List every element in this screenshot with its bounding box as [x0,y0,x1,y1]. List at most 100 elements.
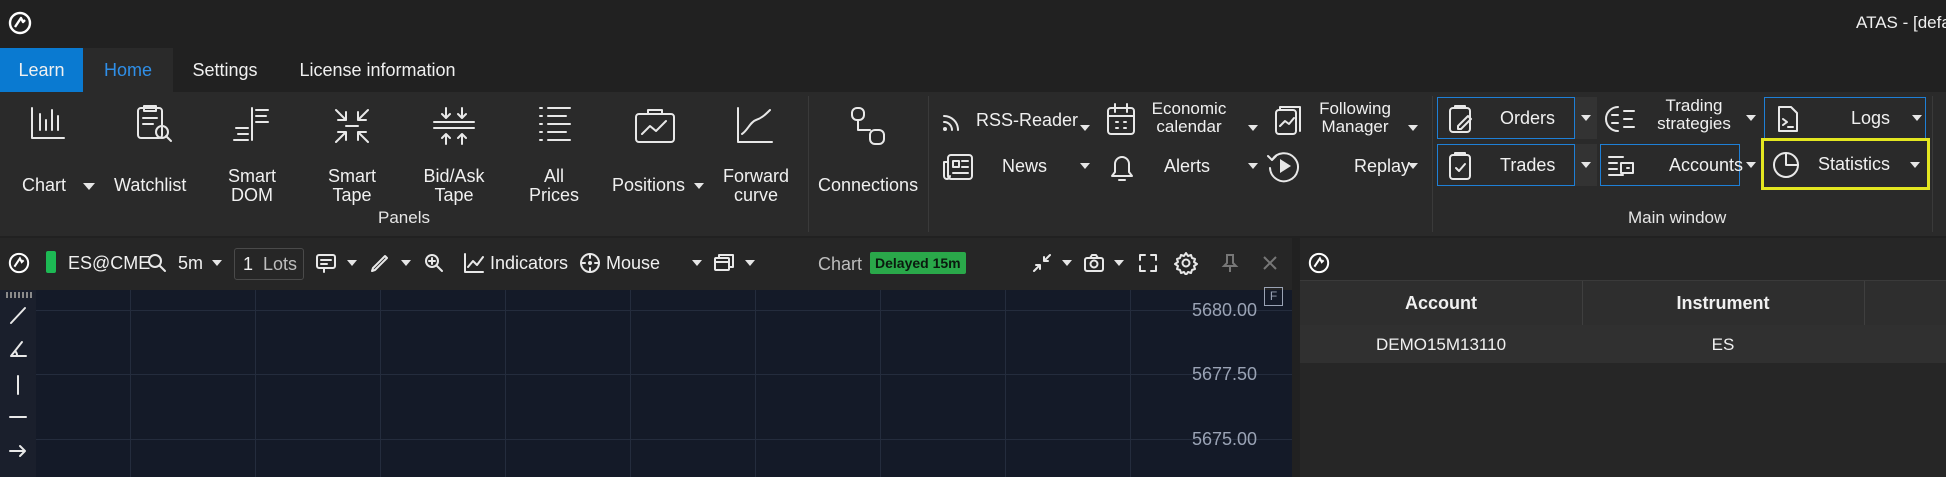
chevron-down-icon[interactable] [745,260,755,266]
column-header-instrument[interactable]: Instrument [1582,293,1864,314]
chevron-down-icon[interactable] [212,260,222,266]
positions-button[interactable]: Positions [608,100,704,210]
tab-license-information[interactable]: License information [290,48,465,92]
smart-tape-label: Smart Tape [312,167,392,205]
following-manager-button[interactable]: Following Manager [1268,98,1428,142]
statistics-button[interactable]: Statistics [1761,138,1930,190]
chevron-down-icon[interactable] [1248,163,1258,169]
search-icon[interactable] [146,252,168,274]
tab-home[interactable]: Home [83,48,173,92]
chevron-down-icon[interactable] [1080,125,1090,131]
tab-settings-label: Settings [192,60,258,80]
orders-button[interactable]: Orders [1437,97,1575,139]
chevron-down-icon[interactable] [1248,125,1258,131]
angle-tool-icon[interactable] [8,338,28,360]
chevron-down-icon[interactable] [1408,125,1418,131]
chevron-down-icon [1581,115,1591,121]
indicators-button[interactable]: Indicators [490,253,568,274]
vertical-line-tool-icon[interactable] [8,374,28,396]
camera-icon[interactable] [1082,251,1106,275]
line-tool-icon[interactable] [8,304,28,326]
chevron-down-icon[interactable] [1910,162,1920,168]
indicators-icon[interactable] [462,251,486,275]
atas-logo-icon[interactable] [8,252,30,274]
smart-tape-icon [335,109,369,143]
column-header-account[interactable]: Account [1300,293,1582,314]
main-window-group-label: Main window [1628,208,1727,227]
chevron-down-icon[interactable] [1746,115,1756,121]
message-icon[interactable] [314,251,338,275]
news-button[interactable]: News [938,146,1098,186]
trades-button[interactable]: Trades [1437,144,1575,186]
pencil-icon[interactable] [368,251,392,275]
chevron-down-icon[interactable] [347,260,357,266]
fm-line2: Manager [1321,117,1389,136]
timeframe-selector[interactable]: 5m [178,253,203,274]
connections-button[interactable]: Connections [814,100,922,210]
watchlist-button[interactable]: Watchlist [110,100,194,210]
grid-line [1130,290,1131,477]
drawing-tools-sidebar [0,290,36,477]
window-layout-icon[interactable] [712,251,736,275]
chevron-down-icon[interactable] [1408,163,1418,169]
lots-field[interactable]: 1 Lots [234,248,304,280]
chart-canvas[interactable] [36,290,1292,477]
instrument-selector[interactable]: ES@CME [68,253,150,274]
bid-ask-tape-label: Bid/Ask Tape [412,167,496,205]
fullscreen-icon[interactable] [1136,251,1160,275]
trades-label: Trades [1500,155,1556,175]
tab-learn[interactable]: Learn [0,48,83,92]
atas-logo-icon[interactable] [1308,252,1330,274]
chevron-down-icon[interactable] [694,183,704,189]
bid-ask-tape-button[interactable]: Bid/Ask Tape [412,100,496,220]
replay-button[interactable]: Replay [1262,144,1428,188]
smart-tape-button[interactable]: Smart Tape [312,100,392,220]
panels-group-label: Panels [378,208,430,227]
accounts-button[interactable]: Accounts [1600,144,1743,186]
zoom-in-icon[interactable] [422,251,446,275]
forward-curve-button[interactable]: Forward curve [714,100,798,220]
horizontal-line-tool-icon[interactable] [8,406,28,428]
chevron-down-icon[interactable] [401,260,411,266]
positions-label: Positions [612,175,686,195]
logs-dropdown[interactable] [1906,97,1928,139]
chevron-down-icon[interactable] [1080,163,1090,169]
orders-dropdown[interactable] [1575,97,1597,139]
all-prices-button[interactable]: All Prices [514,100,594,220]
divider [1432,96,1433,232]
economic-calendar-button[interactable]: Economic calendar [1104,98,1264,142]
chevron-down-icon[interactable] [1062,260,1072,266]
accounts-dropdown[interactable] [1740,144,1762,186]
f-marker[interactable]: F [1264,287,1283,306]
mouse-icon[interactable] [578,251,602,275]
rss-reader-button[interactable]: RSS-Reader [938,100,1098,140]
atas-logo-icon[interactable] [8,11,32,35]
pin-icon[interactable] [1220,251,1240,275]
close-icon[interactable] [1260,253,1280,273]
rss-icon [943,115,959,131]
grid-line [880,290,881,477]
chevron-down-icon[interactable] [1114,260,1124,266]
bid-ask-line2: Tape [434,185,474,205]
trades-dropdown[interactable] [1575,144,1597,186]
alerts-button[interactable]: Alerts [1104,146,1264,186]
trading-strategies-icon [1605,106,1635,132]
logs-button[interactable]: Logs [1764,97,1926,139]
tab-settings[interactable]: Settings [178,48,272,92]
replay-icon [1267,152,1299,183]
trading-strategies-button[interactable]: Trading strategies [1600,97,1762,139]
chevron-down-icon[interactable] [83,183,95,190]
gear-icon[interactable] [1174,251,1198,275]
chevron-down-icon[interactable] [692,260,702,266]
orders-label: Orders [1500,108,1556,128]
tab-license-label: License information [299,60,456,80]
sidebar-grip[interactable] [6,292,32,298]
arrow-tool-icon[interactable] [8,440,28,462]
mouse-mode-selector[interactable]: Mouse [606,253,660,274]
smart-dom-button[interactable]: Smart DOM [212,100,292,220]
replay-label: Replay [1354,156,1411,176]
chart-panel-button[interactable]: Chart [10,100,98,210]
grid-line [36,310,1292,311]
collapse-icon[interactable] [1030,251,1054,275]
table-row[interactable]: DEMO15M13110 ES [1300,325,1946,363]
